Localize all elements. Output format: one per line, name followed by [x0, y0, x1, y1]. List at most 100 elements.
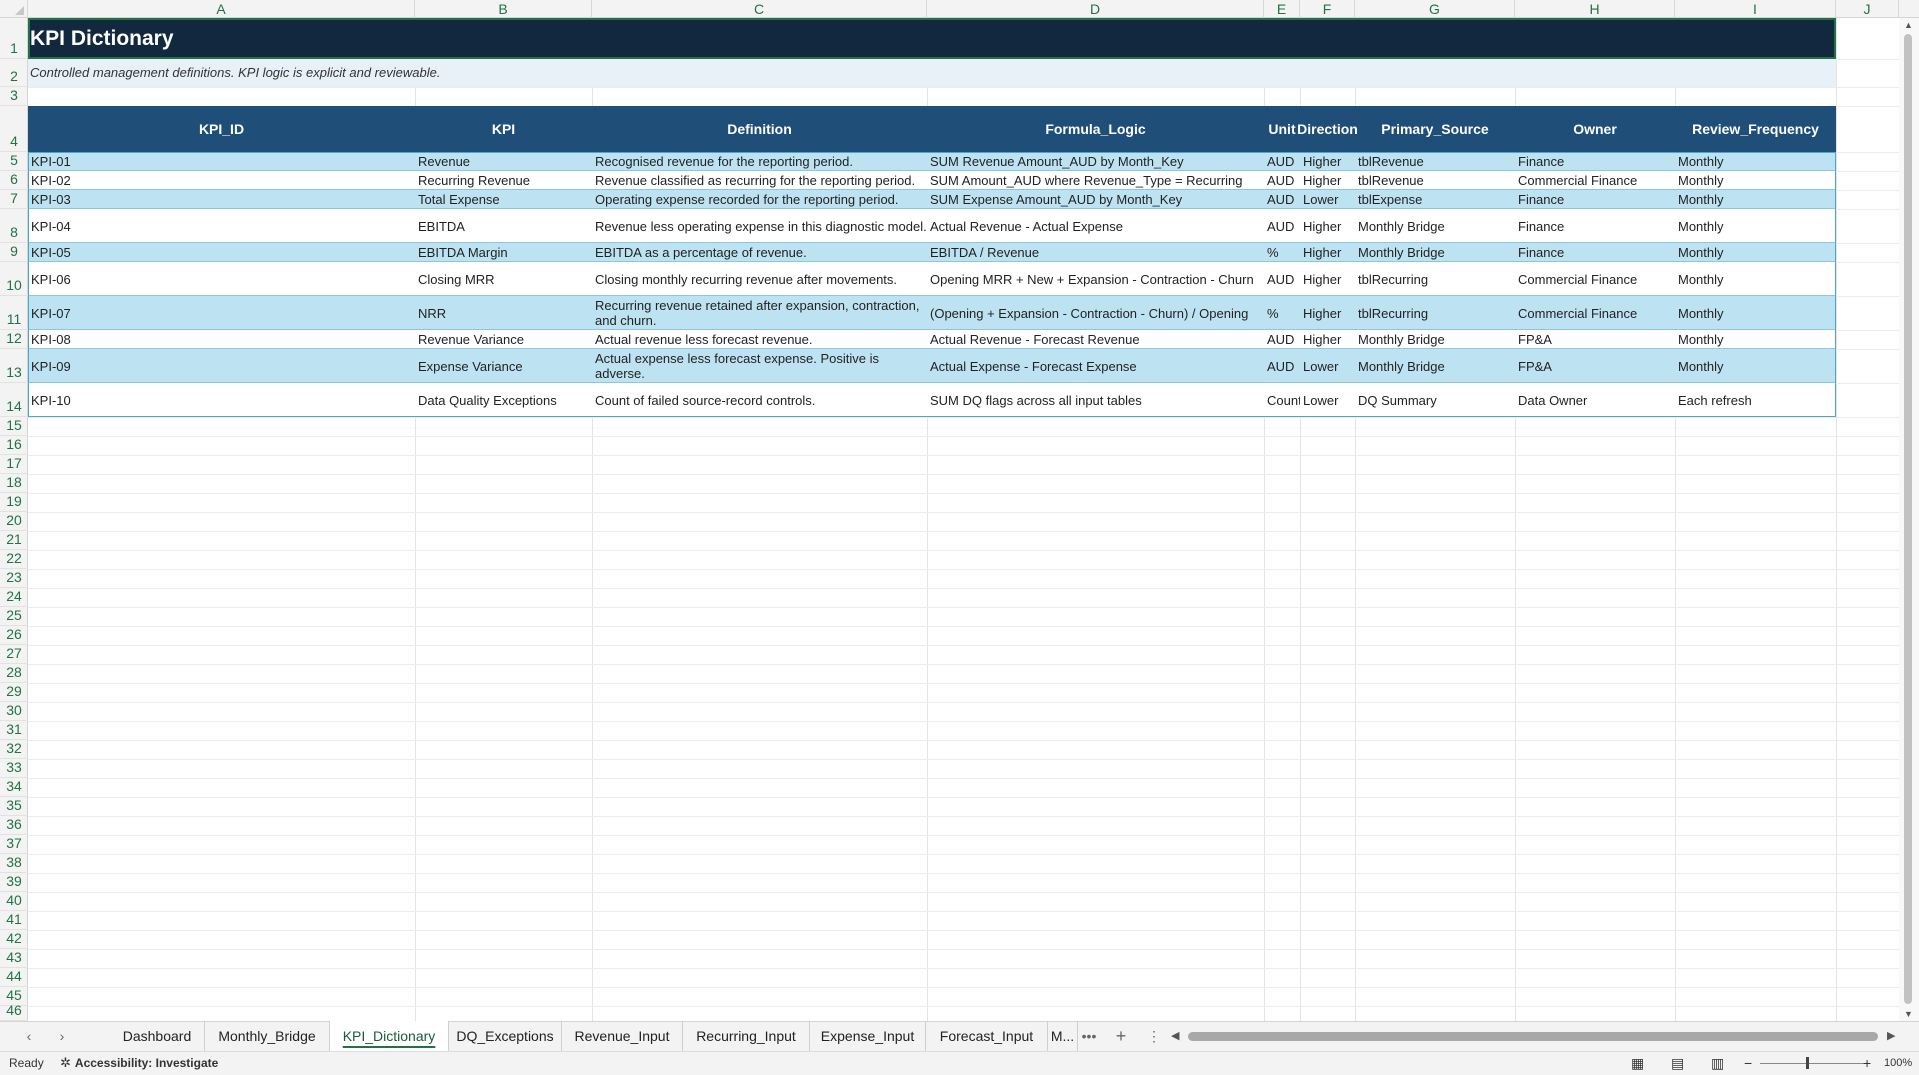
row-header-10[interactable]: 10 — [0, 262, 28, 296]
cell-kpi-id[interactable]: KPI-02 — [28, 171, 415, 190]
cell-review-frequency[interactable]: Monthly — [1675, 152, 1836, 171]
cell-definition[interactable]: Revenue less operating expense in this d… — [592, 209, 927, 243]
row-header-16[interactable]: 16 — [0, 436, 28, 455]
cell-direction[interactable]: Lower — [1300, 190, 1355, 209]
cell-kpi[interactable]: EBITDA — [415, 209, 592, 243]
row-header-20[interactable]: 20 — [0, 512, 28, 531]
cell-definition[interactable]: Recognised revenue for the reporting per… — [592, 152, 927, 171]
page-break-view-icon[interactable]: ▥ — [1711, 1051, 1724, 1075]
tab-more-icon[interactable]: ••• — [1078, 1021, 1100, 1051]
cell-definition[interactable]: Closing monthly recurring revenue after … — [592, 262, 927, 296]
cell-direction[interactable]: Higher — [1300, 262, 1355, 296]
header-review-frequency[interactable]: Review_Frequency — [1675, 106, 1836, 152]
cell-primary-source[interactable]: Monthly Bridge — [1355, 349, 1515, 383]
cell-owner[interactable]: Finance — [1515, 152, 1675, 171]
cell-primary-source[interactable]: tblExpense — [1355, 190, 1515, 209]
tab-revenue-input[interactable]: Revenue_Input — [562, 1021, 683, 1051]
row-header-4[interactable]: 4 — [0, 106, 28, 152]
cell-review-frequency[interactable]: Monthly — [1675, 209, 1836, 243]
row-header-25[interactable]: 25 — [0, 607, 28, 626]
tab-m-[interactable]: M... — [1048, 1021, 1078, 1051]
cell-kpi-id[interactable]: KPI-04 — [28, 209, 415, 243]
cell-unit[interactable]: AUD — [1264, 190, 1300, 209]
row-header-6[interactable]: 6 — [0, 171, 28, 190]
zoom-slider[interactable] — [1760, 1063, 1864, 1064]
cell-review-frequency[interactable]: Monthly — [1675, 330, 1836, 349]
row-header-13[interactable]: 13 — [0, 349, 28, 383]
cell-kpi[interactable]: Revenue — [415, 152, 592, 171]
row-header-35[interactable]: 35 — [0, 797, 28, 816]
cell-review-frequency[interactable]: Monthly — [1675, 243, 1836, 262]
cell-owner[interactable]: Commercial Finance — [1515, 296, 1675, 330]
cell-formula-logic[interactable]: SUM Amount_AUD where Revenue_Type = Recu… — [927, 171, 1264, 190]
row-header-23[interactable]: 23 — [0, 569, 28, 588]
cell-owner[interactable]: Finance — [1515, 209, 1675, 243]
column-header-c[interactable]: C — [592, 0, 927, 18]
cell-unit[interactable]: AUD — [1264, 171, 1300, 190]
cell-review-frequency[interactable]: Monthly — [1675, 296, 1836, 330]
cell-unit[interactable]: AUD — [1264, 349, 1300, 383]
cell-formula-logic[interactable]: Actual Revenue - Forecast Revenue — [927, 330, 1264, 349]
row-header-32[interactable]: 32 — [0, 740, 28, 759]
column-header-g[interactable]: G — [1355, 0, 1515, 18]
cell-direction[interactable]: Higher — [1300, 152, 1355, 171]
row-header-37[interactable]: 37 — [0, 835, 28, 854]
cell-kpi-id[interactable]: KPI-09 — [28, 349, 415, 383]
header-kpi-id[interactable]: KPI_ID — [28, 106, 415, 152]
cell-direction[interactable]: Higher — [1300, 330, 1355, 349]
cell-kpi-id[interactable]: KPI-10 — [28, 383, 415, 417]
tab-dq-exceptions[interactable]: DQ_Exceptions — [449, 1021, 562, 1051]
scroll-right-icon[interactable]: ▶ — [1887, 1029, 1895, 1042]
tab-expense-input[interactable]: Expense_Input — [810, 1021, 926, 1051]
tab-next-icon[interactable]: › — [51, 1021, 73, 1051]
row-header-12[interactable]: 12 — [0, 330, 28, 349]
cell-primary-source[interactable]: tblRecurring — [1355, 296, 1515, 330]
cell-kpi-id[interactable]: KPI-07 — [28, 296, 415, 330]
row-header-21[interactable]: 21 — [0, 531, 28, 550]
row-header-44[interactable]: 44 — [0, 968, 28, 987]
row-header-8[interactable]: 8 — [0, 209, 28, 243]
header-definition[interactable]: Definition — [592, 106, 927, 152]
cell-owner[interactable]: Finance — [1515, 190, 1675, 209]
cell-definition[interactable]: Revenue classified as recurring for the … — [592, 171, 927, 190]
cell-primary-source[interactable]: tblRevenue — [1355, 171, 1515, 190]
cell-direction[interactable]: Higher — [1300, 296, 1355, 330]
cell-unit[interactable]: % — [1264, 243, 1300, 262]
cell-kpi-id[interactable]: KPI-03 — [28, 190, 415, 209]
normal-view-icon[interactable]: ▦ — [1631, 1051, 1644, 1075]
header-formula-logic[interactable]: Formula_Logic — [927, 106, 1264, 152]
cell-review-frequency[interactable]: Monthly — [1675, 349, 1836, 383]
cell-formula-logic[interactable]: Opening MRR + New + Expansion - Contract… — [927, 262, 1264, 296]
cell-kpi-id[interactable]: KPI-06 — [28, 262, 415, 296]
cell-owner[interactable]: Commercial Finance — [1515, 262, 1675, 296]
row-header-24[interactable]: 24 — [0, 588, 28, 607]
cell-unit[interactable]: Count — [1264, 383, 1300, 417]
row-header-36[interactable]: 36 — [0, 816, 28, 835]
add-sheet-icon[interactable]: + — [1110, 1021, 1132, 1051]
zoom-level[interactable]: 100% — [1884, 1051, 1912, 1075]
cell-kpi[interactable]: Expense Variance — [415, 349, 592, 383]
zoom-slider-thumb[interactable] — [1806, 1057, 1809, 1069]
row-header-33[interactable]: 33 — [0, 759, 28, 778]
column-header-a[interactable]: A — [28, 0, 415, 18]
row-header-39[interactable]: 39 — [0, 873, 28, 892]
cell-formula-logic[interactable]: Actual Expense - Forecast Expense — [927, 349, 1264, 383]
row-header-2[interactable]: 2 — [0, 59, 28, 87]
column-header-b[interactable]: B — [415, 0, 592, 18]
cell-direction[interactable]: Lower — [1300, 349, 1355, 383]
cell-kpi[interactable]: NRR — [415, 296, 592, 330]
scroll-left-icon[interactable]: ◀ — [1171, 1029, 1179, 1042]
horizontal-scroll-thumb[interactable] — [1188, 1032, 1878, 1041]
cell-kpi-id[interactable]: KPI-01 — [28, 152, 415, 171]
cell-direction[interactable]: Higher — [1300, 209, 1355, 243]
column-header-e[interactable]: E — [1264, 0, 1300, 18]
cell-unit[interactable]: AUD — [1264, 209, 1300, 243]
cell-unit[interactable]: AUD — [1264, 262, 1300, 296]
cell-definition[interactable]: Recurring revenue retained after expansi… — [592, 296, 927, 330]
cell-definition[interactable]: Actual revenue less forecast revenue. — [592, 330, 927, 349]
cell-kpi-id[interactable]: KPI-05 — [28, 243, 415, 262]
tab-recurring-input[interactable]: Recurring_Input — [683, 1021, 810, 1051]
cell-kpi[interactable]: Total Expense — [415, 190, 592, 209]
cell-formula-logic[interactable]: Actual Revenue - Actual Expense — [927, 209, 1264, 243]
cell-definition[interactable]: EBITDA as a percentage of revenue. — [592, 243, 927, 262]
